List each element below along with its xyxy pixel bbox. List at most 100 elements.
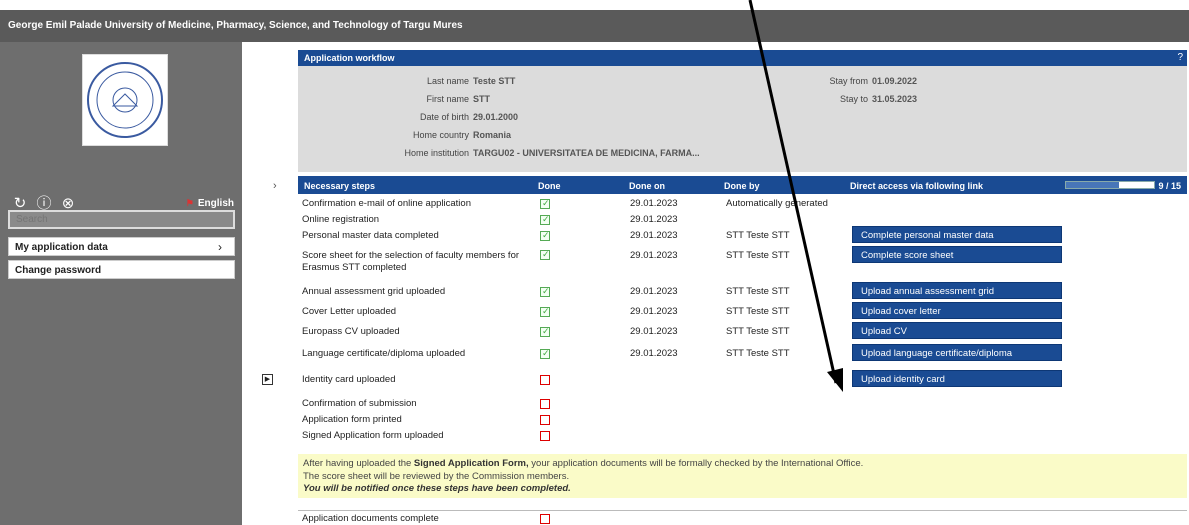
checked-checkbox-icon <box>540 198 550 209</box>
checked-checkbox-icon <box>540 249 550 260</box>
step-label: Identity card uploaded <box>302 374 396 385</box>
step-label: Application documents complete <box>302 513 439 524</box>
collapse-sidebar-icon[interactable]: › <box>273 180 277 192</box>
step-date: 29.01.2023 <box>630 230 678 241</box>
stay-from-row: Stay from 01.09.2022 <box>298 76 917 86</box>
checked-checkbox-icon <box>540 348 550 359</box>
step-done-by: STT Teste STT <box>726 230 790 241</box>
step-label: Europass CV uploaded <box>302 326 400 337</box>
step-done-by: STT Teste STT <box>726 348 790 359</box>
menu-item-label: Change password <box>15 265 102 276</box>
progress-count: 9 / 15 <box>1158 181 1181 191</box>
step-label: Confirmation of submission <box>302 398 417 409</box>
step-link-button[interactable]: Upload annual assessment grid <box>852 282 1062 299</box>
step-date: 29.01.2023 <box>630 198 678 209</box>
notice-line-3: You will be notified once these steps ha… <box>303 483 571 494</box>
notice-line-1: After having uploaded the Signed Applica… <box>303 458 1182 471</box>
col-done-by: Done by <box>724 181 760 191</box>
country-row: Home country Romania <box>298 130 511 140</box>
step-label: Score sheet for the selection of faculty… <box>302 250 520 273</box>
field-label: Stay to <box>839 94 868 104</box>
step-link-button[interactable]: Complete score sheet <box>852 246 1062 263</box>
checked-checkbox-icon <box>540 286 550 297</box>
field-label: Date of birth <box>419 112 469 122</box>
step-link-button[interactable]: Upload cover letter <box>852 302 1062 319</box>
notice-bold: Signed Application Form, <box>413 458 529 469</box>
step-link-button[interactable]: Complete personal master data <box>852 226 1062 243</box>
checked-checkbox-icon <box>540 306 550 317</box>
divider <box>298 510 1187 511</box>
checked-checkbox-icon <box>540 326 550 337</box>
dob-row: Date of birth 29.01.2000 <box>298 112 518 122</box>
col-steps: Necessary steps <box>304 181 376 191</box>
institution-row: Home institution TARGU02 - UNIVERSITATEA … <box>298 148 700 158</box>
top-white-strip <box>0 0 1189 10</box>
app-header: George Emil Palade University of Medicin… <box>0 10 1189 42</box>
step-label: Language certificate/diploma uploaded <box>302 348 466 359</box>
field-label: Home country <box>412 130 469 140</box>
checked-checkbox-icon <box>540 230 550 241</box>
step-link-button[interactable]: Upload CV <box>852 322 1062 339</box>
unchecked-checkbox-icon <box>540 514 550 524</box>
col-done-on: Done on <box>629 181 665 191</box>
step-label: Online registration <box>302 214 380 225</box>
step-date: 29.01.2023 <box>630 286 678 297</box>
menu-item-change-password[interactable]: Change password <box>8 260 235 279</box>
field-value: 29.01.2000 <box>473 112 519 122</box>
checked-checkbox-icon <box>540 214 550 225</box>
field-value: TARGU02 - UNIVERSITATEA DE MEDICINA, FAR… <box>473 148 700 158</box>
step-date: 29.01.2023 <box>630 306 678 317</box>
step-label: Confirmation e-mail of online applicatio… <box>302 198 471 209</box>
step-done-by: Automatically generated <box>726 198 828 209</box>
language-selector[interactable]: ⚑ English <box>186 198 234 209</box>
progress-bar <box>1065 181 1155 189</box>
step-label: Application form printed <box>302 414 402 425</box>
university-logo <box>82 54 168 146</box>
main-content: Application workflow ? Last name Teste ST… <box>242 42 1189 525</box>
col-done: Done <box>538 181 561 191</box>
search-input[interactable] <box>8 210 235 229</box>
steps-header: Necessary steps Done Done on Done by Dir… <box>298 176 1187 194</box>
field-value: 01.09.2022 <box>872 76 918 86</box>
step-done-by: STT Teste STT <box>726 306 790 317</box>
notice-text: your application documents will be forma… <box>528 458 864 469</box>
step-done-by: STT Teste STT <box>726 250 790 261</box>
unchecked-checkbox-icon <box>540 375 550 385</box>
menu-item-my-application-data[interactable]: My application data › <box>8 237 235 256</box>
notice-line-2: The score sheet will be reviewed by the … <box>303 470 570 482</box>
flag-icon: ⚑ <box>185 198 194 208</box>
help-icon[interactable]: ? <box>1177 52 1183 63</box>
step-link-button[interactable]: Upload language certificate/diploma <box>852 344 1062 361</box>
step-date: 29.01.2023 <box>630 348 678 359</box>
workflow-title: Application workflow <box>304 53 395 63</box>
field-label: Home institution <box>404 148 469 158</box>
field-value: Romania <box>473 130 512 140</box>
sidebar: ↻ ⓘ ⊗ ⚑English My application data › Cha… <box>0 42 242 525</box>
col-link: Direct access via following link <box>850 181 984 191</box>
unchecked-checkbox-icon <box>540 415 550 425</box>
page-title: George Emil Palade University of Medicin… <box>8 20 463 31</box>
current-step-icon: ▶ <box>262 374 273 385</box>
personal-data-panel: Last name Teste STT First name STT Date of… <box>298 66 1187 172</box>
workflow-header: Application workflow ? <box>298 50 1187 66</box>
field-label: Stay from <box>829 76 868 86</box>
seal-icon <box>87 62 163 138</box>
notice-text: After having uploaded the <box>303 458 414 469</box>
step-label: Cover Letter uploaded <box>302 306 397 317</box>
notice-box: After having uploaded the Signed Applica… <box>298 454 1187 498</box>
field-value: 31.05.2023 <box>872 94 918 104</box>
stay-to-row: Stay to 31.05.2023 <box>298 94 917 104</box>
unchecked-checkbox-icon <box>540 431 550 441</box>
step-done-by: STT Teste STT <box>726 286 790 297</box>
step-date: 29.01.2023 <box>630 250 678 261</box>
progress-fill <box>1066 182 1119 188</box>
step-link-button[interactable]: Upload identity card <box>852 370 1062 387</box>
menu-item-label: My application data <box>15 242 108 253</box>
step-date: 29.01.2023 <box>630 326 678 337</box>
chevron-right-icon: › <box>218 240 222 254</box>
step-label: Annual assessment grid uploaded <box>302 286 446 297</box>
unchecked-checkbox-icon <box>540 399 550 409</box>
step-label: Personal master data completed <box>302 230 439 241</box>
step-label: Signed Application form uploaded <box>302 430 444 441</box>
step-done-by: STT Teste STT <box>726 326 790 337</box>
